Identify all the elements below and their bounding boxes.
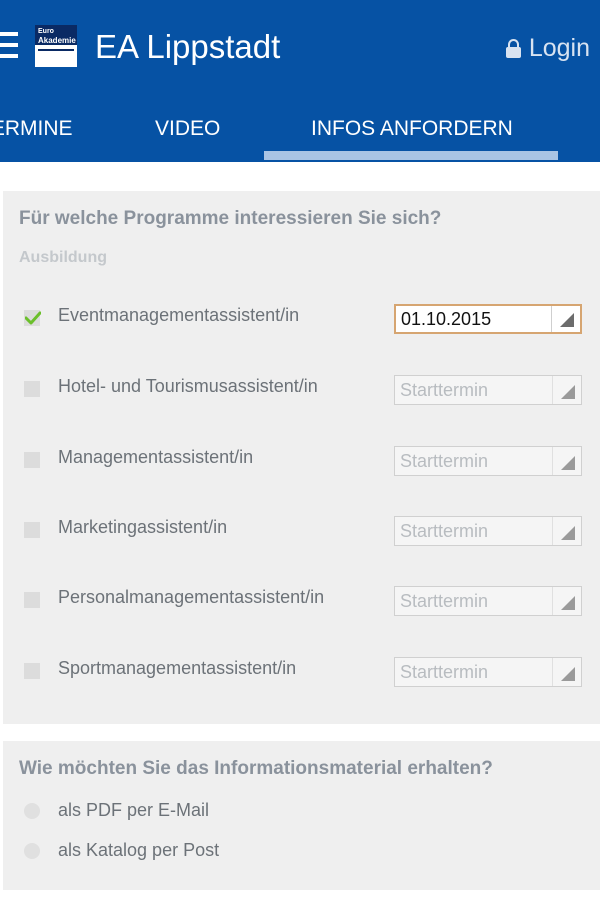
login-label: Login [528, 34, 590, 62]
lock-icon [505, 39, 521, 58]
tab-video[interactable]: VIDEO [155, 116, 220, 142]
login-button[interactable]: Login [505, 33, 590, 63]
start-date-value: Starttermin [400, 380, 489, 400]
tab-infos-anfordern[interactable]: INFOS ANFORDERN [311, 116, 513, 142]
delivery-option-label: als Katalog per Post [58, 840, 220, 860]
program-label: Personalmanagementassistent/in [58, 587, 325, 607]
program-checkbox[interactable] [24, 522, 40, 538]
start-date-value: 01.10.2015 [401, 309, 492, 329]
page-title: EA Lippstadt [95, 28, 281, 65]
programs-panel: Für welche Programme interessieren Sie s… [3, 191, 600, 724]
start-date-value: Starttermin [400, 521, 489, 541]
start-date-value: Starttermin [400, 591, 489, 611]
start-date-select[interactable]: Starttermin [394, 586, 582, 616]
program-checkbox[interactable] [24, 381, 40, 397]
program-label: Managementassistent/in [58, 447, 254, 467]
delivery-radio[interactable] [24, 843, 40, 859]
hamburger-icon[interactable] [0, 32, 18, 62]
programs-heading: Für welche Programme interessieren Sie s… [19, 208, 442, 229]
program-checkbox[interactable] [24, 663, 40, 679]
program-row: Personalmanagementassistent/in Startterm… [3, 580, 600, 620]
active-tab-indicator [264, 151, 558, 160]
program-row: Managementassistent/in Starttermin [3, 440, 600, 480]
dropdown-triangle-icon[interactable] [552, 587, 581, 615]
program-row: Marketingassistent/in Starttermin [3, 510, 600, 550]
category-heading: Ausbildung [19, 249, 107, 266]
dropdown-triangle-icon[interactable] [552, 658, 581, 686]
start-date-select[interactable]: Starttermin [394, 657, 582, 687]
checkmark-icon [25, 311, 41, 325]
delivery-radio[interactable] [24, 803, 40, 819]
start-date-value: Starttermin [400, 451, 489, 471]
dropdown-triangle-icon[interactable] [552, 447, 581, 475]
delivery-option[interactable]: als Katalog per Post [3, 837, 600, 867]
program-label: Hotel- und Tourismusassistent/in [58, 376, 318, 396]
program-checkbox[interactable] [24, 310, 41, 326]
start-date-select[interactable]: Starttermin [394, 516, 582, 546]
program-row: Sportmanagementassistent/in Starttermin [3, 651, 600, 691]
delivery-option-label: als PDF per E-Mail [58, 800, 210, 820]
program-row: Eventmanagementassistent/in 01.10.2015 [3, 298, 600, 338]
start-date-select[interactable]: Starttermin [394, 375, 582, 405]
start-date-select[interactable]: 01.10.2015 [394, 304, 582, 334]
delivery-panel: Wie möchten Sie das Informationsmaterial… [3, 741, 600, 890]
program-checkbox[interactable] [24, 452, 40, 468]
start-date-select[interactable]: Starttermin [394, 446, 582, 476]
start-date-value: Starttermin [400, 662, 489, 682]
delivery-heading: Wie möchten Sie das Informationsmaterial… [19, 758, 493, 779]
program-label: Sportmanagementassistent/in [58, 658, 297, 678]
dropdown-triangle-icon[interactable] [552, 376, 581, 404]
program-label: Marketingassistent/in [58, 517, 228, 537]
tab-termine[interactable]: TERMINE [0, 116, 73, 142]
app-header: Euro Akademie EA Lippstadt Login TERMINE… [0, 0, 600, 162]
program-label: Eventmanagementassistent/in [58, 305, 300, 325]
program-checkbox[interactable] [24, 592, 40, 608]
program-row: Hotel- und Tourismusassistent/in Startte… [3, 369, 600, 409]
delivery-option[interactable]: als PDF per E-Mail [3, 797, 600, 827]
dropdown-triangle-icon[interactable] [552, 517, 581, 545]
dropdown-triangle-icon[interactable] [551, 306, 580, 332]
euro-akademie-logo[interactable]: Euro Akademie [35, 25, 77, 67]
